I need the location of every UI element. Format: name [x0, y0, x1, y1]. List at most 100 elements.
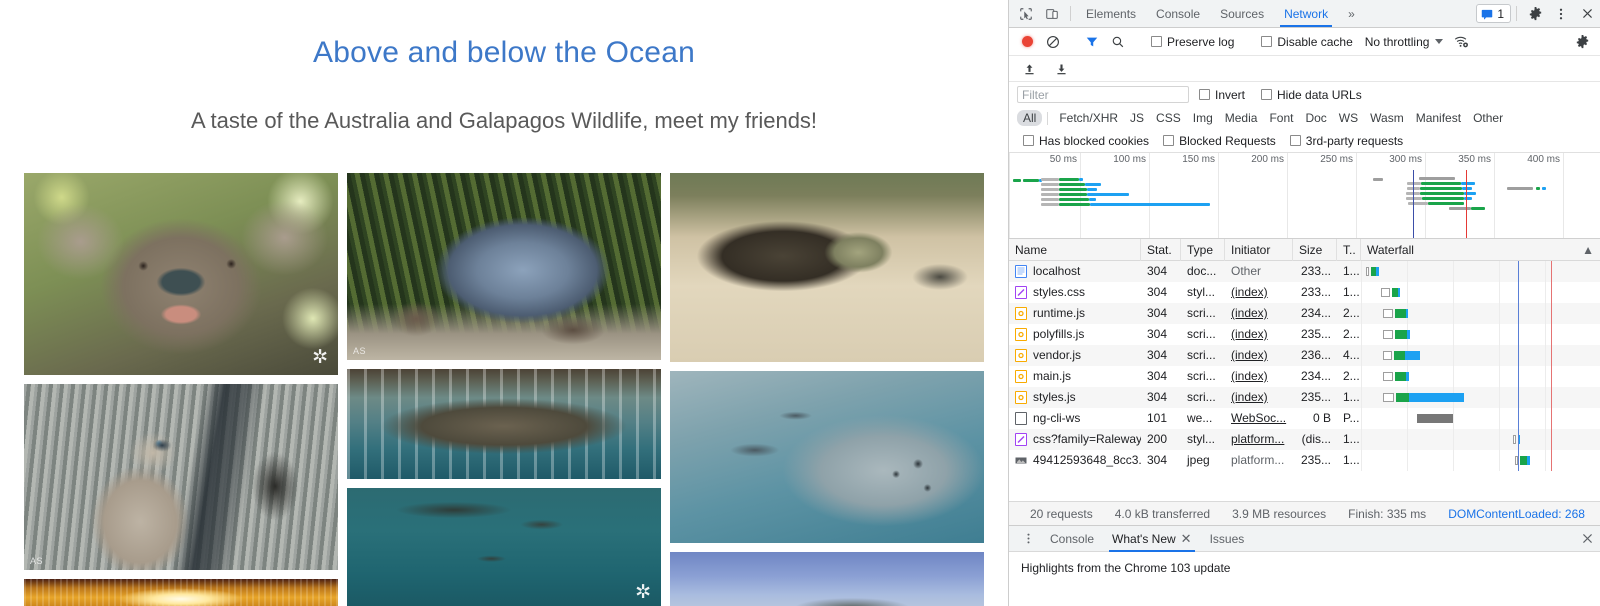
hide-data-urls-checkbox[interactable]: Hide data URLs	[1255, 88, 1368, 102]
network-conditions-button[interactable]	[1449, 31, 1473, 53]
type-filter-media[interactable]: Media	[1219, 110, 1264, 126]
clear-button[interactable]	[1041, 31, 1065, 53]
drawer-tab-console[interactable]: Console	[1041, 526, 1103, 552]
tab-console[interactable]: Console	[1146, 0, 1210, 27]
table-row[interactable]: 49412593648_8cc3...304jpegplatform...235…	[1009, 450, 1600, 471]
initiator-link[interactable]: (index)	[1231, 369, 1268, 383]
column-header-initiator[interactable]: Initiator	[1225, 239, 1293, 261]
waterfall-load-marker	[1551, 345, 1552, 366]
has-blocked-cookies-checkbox[interactable]: Has blocked cookies	[1017, 134, 1155, 148]
third-party-requests-checkbox[interactable]: 3rd-party requests	[1284, 134, 1409, 148]
type-filter-js[interactable]: JS	[1124, 110, 1150, 126]
cell-initiator[interactable]: (index)	[1225, 345, 1293, 366]
initiator-link[interactable]: (index)	[1231, 306, 1268, 320]
drawer-more-options-icon[interactable]	[1015, 532, 1041, 545]
type-filter-fetch-xhr[interactable]: Fetch/XHR	[1053, 110, 1124, 126]
table-row[interactable]: main.js304scri...(index)234...2...	[1009, 366, 1600, 387]
throttling-select[interactable]: No throttling	[1361, 35, 1448, 49]
table-row[interactable]: localhost304doc...Other233...1...	[1009, 261, 1600, 282]
type-filter-font[interactable]: Font	[1263, 110, 1299, 126]
filter-toggle-button[interactable]	[1080, 31, 1104, 53]
type-filter-css[interactable]: CSS	[1150, 110, 1187, 126]
type-filter-other[interactable]: Other	[1467, 110, 1509, 126]
initiator-link[interactable]: (index)	[1231, 327, 1268, 341]
marine-iguana-photo[interactable]	[670, 173, 984, 362]
cell-initiator[interactable]: (index)	[1225, 303, 1293, 324]
cell-initiator[interactable]: (index)	[1225, 366, 1293, 387]
search-button[interactable]	[1106, 31, 1130, 53]
ocean-sunset-photo[interactable]	[24, 579, 338, 606]
inspect-element-icon[interactable]	[1013, 0, 1039, 27]
column-header-name[interactable]: Name	[1009, 239, 1141, 261]
type-filter-all[interactable]: All	[1017, 110, 1042, 126]
manta-ray-photo[interactable]	[670, 371, 984, 543]
drawer-tab-close-icon[interactable]: ✕	[1181, 532, 1192, 545]
network-request-list[interactable]: localhost304doc...Other233...1...styles.…	[1009, 261, 1600, 501]
network-overview-timeline[interactable]: 50 ms 100 ms 150 ms 200 ms 250 ms 300 ms…	[1009, 153, 1600, 239]
initiator-link[interactable]: platform...	[1231, 432, 1284, 446]
sharks-underwater-photo[interactable]: ✲	[347, 488, 661, 606]
koala-photo[interactable]: ✲	[24, 173, 338, 375]
table-row[interactable]: ng-cli-ws101we...WebSoc...0 BP...	[1009, 408, 1600, 429]
whats-new-content: Highlights from the Chrome 103 update	[1009, 552, 1600, 606]
export-har-button[interactable]	[1049, 58, 1073, 80]
table-row[interactable]: polyfills.js304scri...(index)235...2...	[1009, 324, 1600, 345]
record-button[interactable]	[1015, 31, 1039, 53]
cell-time: 4...	[1337, 345, 1361, 366]
more-options-icon[interactable]	[1548, 0, 1574, 27]
cell-status: 304	[1141, 324, 1181, 345]
column-header-size[interactable]: Size	[1293, 239, 1337, 261]
invert-checkbox[interactable]: Invert	[1193, 88, 1251, 102]
cell-time: 1...	[1337, 387, 1361, 408]
galapagos-tortoise-photo[interactable]: AS	[347, 173, 661, 360]
drawer-tab-whats-new[interactable]: What's New ✕	[1103, 526, 1201, 552]
cell-type: scri...	[1181, 303, 1225, 324]
more-tabs-label: »	[1348, 7, 1355, 21]
load-marker	[1466, 170, 1467, 239]
cell-initiator[interactable]: (index)	[1225, 324, 1293, 345]
tab-elements[interactable]: Elements	[1076, 0, 1146, 27]
drawer-close-icon[interactable]	[1574, 532, 1600, 545]
import-har-button[interactable]	[1017, 58, 1041, 80]
whale-shark-photo[interactable]	[347, 369, 661, 479]
initiator-link[interactable]: (index)	[1231, 390, 1268, 404]
cell-initiator[interactable]: WebSoc...	[1225, 408, 1293, 429]
column-header-time[interactable]: T..	[1337, 239, 1361, 261]
network-table-header: Name Stat. Type Initiator Size T.. Water…	[1009, 239, 1600, 261]
table-row[interactable]: styles.js304scri...(index)235...1...	[1009, 387, 1600, 408]
column-header-type[interactable]: Type	[1181, 239, 1225, 261]
table-row[interactable]: vendor.js304scri...(index)236...4...	[1009, 345, 1600, 366]
whale-surface-photo[interactable]	[670, 552, 984, 606]
cell-initiator[interactable]: (index)	[1225, 282, 1293, 303]
type-filter-manifest[interactable]: Manifest	[1410, 110, 1467, 126]
column-header-waterfall[interactable]: Waterfall ▲	[1361, 239, 1600, 261]
table-row[interactable]: css?family=Raleway200styl...platform...(…	[1009, 429, 1600, 450]
device-toolbar-icon[interactable]	[1039, 0, 1065, 27]
blocked-requests-checkbox[interactable]: Blocked Requests	[1157, 134, 1282, 148]
type-filter-ws[interactable]: WS	[1333, 110, 1364, 126]
filter-input[interactable]	[1017, 86, 1189, 103]
tab-network[interactable]: Network	[1274, 0, 1338, 27]
type-filter-wasm[interactable]: Wasm	[1364, 110, 1410, 126]
tab-sources[interactable]: Sources	[1210, 0, 1274, 27]
initiator-link[interactable]: (index)	[1231, 348, 1268, 362]
type-filter-img[interactable]: Img	[1187, 110, 1219, 126]
more-tabs-button[interactable]: »	[1338, 0, 1365, 27]
preserve-log-checkbox[interactable]: Preserve log	[1145, 35, 1240, 49]
network-settings-gear-icon[interactable]	[1570, 31, 1594, 53]
drawer-tab-issues[interactable]: Issues	[1201, 526, 1254, 552]
table-row[interactable]: styles.css304styl...(index)233...1...	[1009, 282, 1600, 303]
initiator-link[interactable]: (index)	[1231, 285, 1268, 299]
gear-icon[interactable]	[1522, 0, 1548, 27]
column-header-status[interactable]: Stat.	[1141, 239, 1181, 261]
type-filter-doc[interactable]: Doc	[1299, 110, 1332, 126]
initiator-link[interactable]: WebSoc...	[1231, 411, 1286, 425]
cell-type: scri...	[1181, 366, 1225, 387]
cell-initiator[interactable]: platform...	[1225, 429, 1293, 450]
table-row[interactable]: runtime.js304scri...(index)234...2...	[1009, 303, 1600, 324]
cell-initiator[interactable]: (index)	[1225, 387, 1293, 408]
disable-cache-checkbox[interactable]: Disable cache	[1255, 35, 1358, 49]
issues-counter-button[interactable]: 1	[1476, 4, 1511, 23]
red-footed-booby-photo[interactable]: AS	[24, 384, 338, 570]
close-icon[interactable]	[1574, 0, 1600, 27]
